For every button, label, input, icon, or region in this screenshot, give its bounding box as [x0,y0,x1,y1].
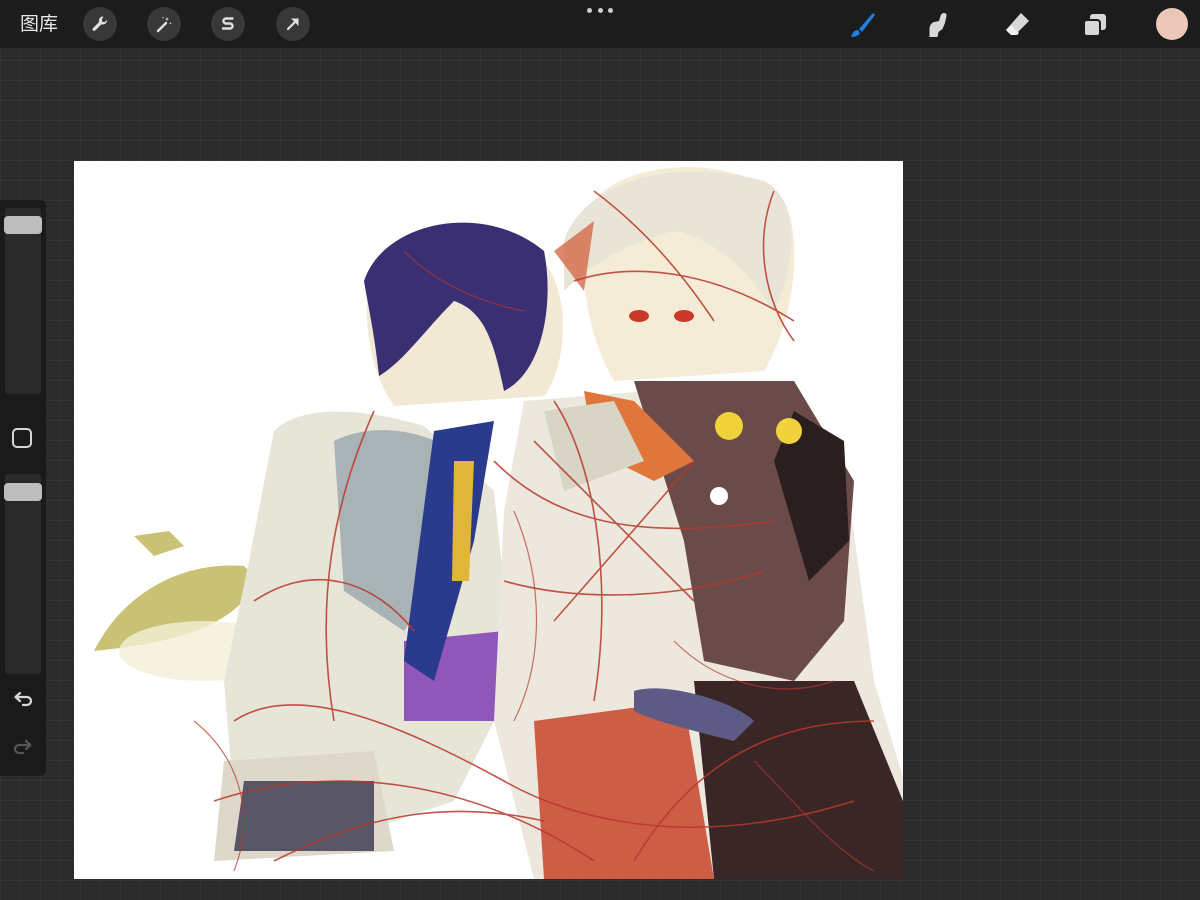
brush-size-slider[interactable] [4,208,42,394]
drawing-canvas[interactable] [74,161,903,879]
more-options-icon[interactable] [587,4,613,16]
redo-arrow-icon[interactable] [11,736,35,760]
smudge-icon[interactable] [922,8,956,42]
transform-arrow-icon[interactable] [276,7,310,41]
square-modify-icon[interactable] [12,428,32,448]
opacity-slider[interactable] [4,474,42,674]
selection-icon[interactable] [211,7,245,41]
opacity-handle[interactable] [4,483,42,501]
brush-size-handle[interactable] [4,216,42,234]
gallery-button[interactable]: 图库 [20,11,58,37]
actions-wrench-icon[interactable] [83,7,117,41]
layers-icon[interactable] [1078,8,1112,42]
left-sidebar [0,200,46,776]
top-toolbar: 图库 [0,0,1200,48]
adjustments-magic-wand-icon[interactable] [147,7,181,41]
brush-icon[interactable] [845,8,879,42]
eraser-icon[interactable] [1000,8,1034,42]
canvas-artwork [94,167,903,879]
undo-arrow-icon[interactable] [11,688,35,712]
color-picker-swatch[interactable] [1156,8,1188,40]
